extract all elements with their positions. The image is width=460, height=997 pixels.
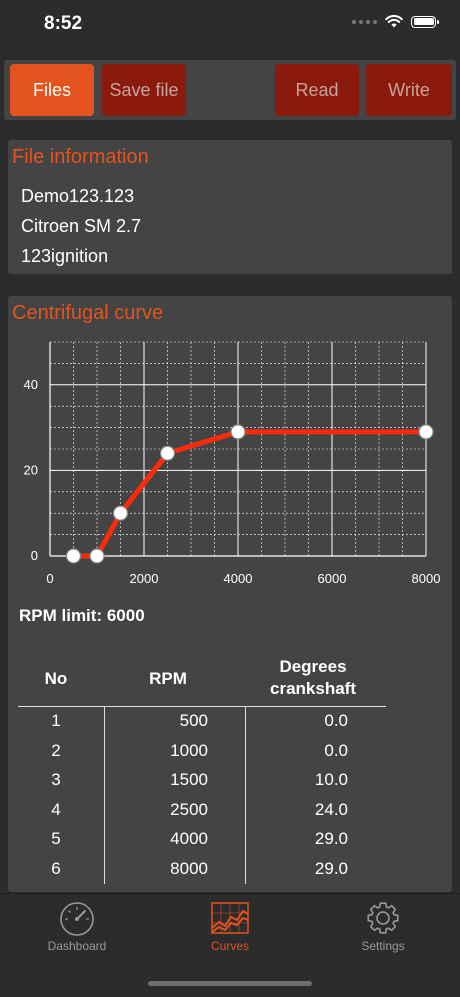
home-indicator — [148, 981, 312, 986]
table-cell-degrees: 24.0 — [314, 799, 348, 819]
table-cell-degrees: 29.0 — [314, 858, 348, 878]
table-cell-rpm: 2500 — [170, 799, 208, 819]
tab-curves[interactable]: Curves — [170, 900, 290, 953]
table-cell-rpm: 4000 — [170, 829, 208, 848]
curve-point[interactable] — [89, 548, 105, 564]
table-header-divider — [18, 706, 386, 707]
curve-point[interactable] — [112, 505, 129, 521]
chart-series — [65, 424, 434, 564]
header-no: No — [44, 669, 68, 688]
table-column-divider — [245, 707, 246, 884]
battery-icon — [411, 15, 439, 28]
tab-dashboard[interactable]: Dashboard — [17, 900, 137, 953]
x-tick-label: 6000 — [318, 571, 347, 586]
tab-dashboard-label: Dashboard — [47, 939, 107, 953]
table-cell-rpm: 1000 — [170, 740, 208, 760]
table-column-divider — [104, 707, 105, 884]
status-icons — [352, 15, 439, 28]
save-file-button[interactable]: Save file — [102, 64, 186, 116]
x-tick-label: 8000 — [412, 571, 441, 586]
status-time: 8:52 — [44, 13, 83, 34]
x-tick-label: 0 — [46, 571, 53, 586]
centrifugal-curve-title: Centrifugal curve — [12, 302, 164, 324]
rpm-limit: RPM limit: 6000 — [19, 606, 145, 625]
file-name: Demo123.123 — [21, 186, 135, 206]
table-cell-degrees: 0.0 — [324, 711, 348, 730]
table-cell-rpm: 500 — [179, 711, 208, 730]
status-bar: 8:52 — [0, 0, 460, 50]
tab-settings-label: Settings — [361, 939, 405, 953]
table-cell-no: 3 — [51, 770, 61, 789]
files-button[interactable]: Files — [10, 64, 94, 116]
x-tick-label: 2000 — [130, 571, 159, 586]
table-cell-degrees: 0.0 — [324, 740, 348, 760]
gear-icon — [367, 902, 399, 934]
car-model: Citroen SM 2.7 — [21, 216, 142, 236]
centrifugal-curve-panel: Centrifugal curve 0 2000 4000 6000 8000 0 20 40… — [8, 296, 452, 892]
centrifugal-chart[interactable]: 0 2000 4000 6000 8000 0 20 40 — [8, 326, 452, 596]
file-information-title: File information — [12, 146, 149, 168]
table-cell-no: 6 — [51, 858, 61, 878]
table-cell-no: 1 — [51, 711, 61, 730]
curve-line — [73, 429, 426, 559]
table-cell-degrees: 10.0 — [314, 770, 348, 789]
y-tick-label: 40 — [24, 377, 38, 392]
curves-icon — [211, 902, 249, 934]
x-tick-label: 4000 — [224, 571, 253, 586]
header-degrees: Degrees — [279, 657, 347, 676]
curve-point[interactable] — [159, 445, 176, 461]
file-information-panel: File information Demo123.123 Citroen SM … — [8, 140, 452, 274]
header-crankshaft: crankshaft — [270, 679, 356, 698]
table-cell-rpm: 8000 — [170, 858, 208, 878]
table-cell-rpm: 1500 — [170, 770, 208, 789]
write-button[interactable]: Write — [366, 64, 452, 116]
table-cell-no: 2 — [51, 740, 61, 760]
table-cell-degrees: 29.0 — [314, 829, 348, 848]
y-tick-label: 20 — [24, 462, 38, 477]
header-rpm: RPM — [149, 669, 187, 688]
y-tick-label: 0 — [31, 548, 38, 563]
speedometer-icon — [60, 902, 94, 936]
curve-point[interactable] — [230, 424, 246, 440]
tab-settings[interactable]: Settings — [323, 900, 443, 953]
tab-curves-label: Curves — [210, 939, 249, 953]
device-name: 123ignition — [21, 246, 109, 266]
table-cell-no: 4 — [51, 799, 61, 819]
chart-grid — [49, 341, 427, 557]
toolbar: Files Save file Read Write — [4, 60, 456, 120]
read-button[interactable]: Read — [275, 64, 359, 116]
curve-point[interactable] — [418, 424, 434, 440]
table-cell-no: 5 — [51, 829, 61, 848]
signal-icon — [352, 19, 377, 24]
wifi-icon — [385, 15, 403, 28]
curve-point[interactable] — [65, 548, 82, 564]
